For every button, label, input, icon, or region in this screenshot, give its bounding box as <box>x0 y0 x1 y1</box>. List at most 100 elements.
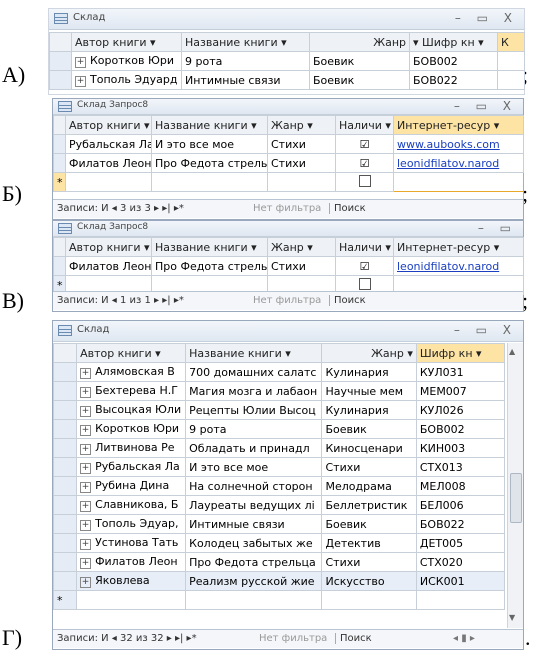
expand-icon[interactable]: + <box>80 387 92 398</box>
author-cell[interactable]: + Алямовская В <box>76 362 187 382</box>
cell-code[interactable]: КУЛ031 <box>415 362 506 382</box>
table-row[interactable]: + Литвинова Ре Обладать и принадл Киносцена… <box>52 438 506 458</box>
cell-internet-link[interactable]: leonidfilatov.narod <box>393 256 524 276</box>
cell-author[interactable]: Коротков Юри <box>95 422 179 435</box>
cell-title[interactable]: 700 домашних салатс <box>185 362 323 382</box>
cell-availability-checkbox[interactable]: ☑ <box>335 134 394 154</box>
cell-genre[interactable]: Беллетристик <box>321 495 417 515</box>
new-record-row[interactable]: * <box>53 172 524 192</box>
header-title[interactable]: Название книги ▾ <box>181 32 310 52</box>
vertical-scrollbar[interactable]: ▲ ▼ <box>507 343 523 628</box>
cell-genre[interactable]: Киносценари <box>321 438 417 458</box>
row-selector[interactable] <box>52 552 78 572</box>
table-row[interactable]: + Коротков Юри 9 рота Боевик БОВ002 <box>49 51 525 71</box>
header-genre[interactable]: Жанр <box>309 32 410 52</box>
row-selector[interactable] <box>52 495 78 515</box>
window-controls[interactable]: – ▭ X <box>455 11 518 25</box>
expand-icon[interactable]: + <box>80 425 92 436</box>
table-row[interactable]: + Тополь Эдуар, Интимные связи Боевик БОВ022 <box>52 514 506 534</box>
cell-title[interactable]: Про Федота стрельца <box>151 153 268 173</box>
table-row[interactable]: + Тополь Эдуард Интимные связи Боевик БОВ… <box>49 70 525 90</box>
row-selector[interactable] <box>52 400 78 420</box>
author-cell[interactable]: + Устинова Тать <box>76 533 187 553</box>
cell-title[interactable]: На солнечной сторон <box>185 476 323 496</box>
row-selector[interactable] <box>52 457 78 477</box>
table-row[interactable]: Филатов Леони Про Федота стрельца Стихи … <box>53 153 524 173</box>
cell-code[interactable]: МЕЛ008 <box>415 476 506 496</box>
row-selector[interactable] <box>52 571 78 591</box>
filter-button[interactable]: Нет фильтра <box>253 203 321 214</box>
record-counter[interactable]: Записи: И ◂ 3 из 3 ▸ ▸| ▸* <box>57 203 184 214</box>
row-selector[interactable] <box>52 476 78 496</box>
cell-genre[interactable]: Боевик <box>321 514 417 534</box>
cell-code[interactable]: ИСК001 <box>415 571 506 591</box>
cell-internet-link[interactable]: www.aubooks.com <box>393 134 524 154</box>
record-counter[interactable]: Записи: И ◂ 32 из 32 ▸ ▸| ▸* <box>57 633 197 644</box>
header-author[interactable]: Автор книги ▾ <box>65 237 152 257</box>
table-row[interactable]: + Славникова, Б Лауреаты ведущих лі Беллетр… <box>52 495 506 515</box>
row-selector[interactable] <box>53 153 66 173</box>
cell-author[interactable]: Яковлева <box>95 574 150 587</box>
cell-code[interactable]: БОВ022 <box>409 70 498 90</box>
cell-availability-checkbox[interactable]: ☑ <box>335 256 394 276</box>
author-cell[interactable]: + Рубальская Ла <box>76 457 187 477</box>
author-cell[interactable]: + Тополь Эдуар, <box>76 514 187 534</box>
header-genre[interactable]: Жанр ▾ <box>321 343 417 363</box>
filter-button[interactable]: Нет фильтра <box>253 295 321 306</box>
header-genre[interactable]: Жанр ▾ <box>267 237 336 257</box>
header-title[interactable]: Название книги ▾ <box>151 115 268 135</box>
cell-author[interactable]: Тополь Эдуар, <box>95 517 178 530</box>
cell-title[interactable]: И это все мое <box>185 457 323 477</box>
expand-icon[interactable]: + <box>80 406 92 417</box>
header-author[interactable]: Автор книги ▾ <box>76 343 187 363</box>
row-selector[interactable] <box>52 362 78 382</box>
cell-title[interactable]: Про Федота стрельца <box>151 256 268 276</box>
scroll-up-icon[interactable]: ▲ <box>509 347 515 356</box>
expand-icon[interactable]: + <box>75 57 86 68</box>
expand-icon[interactable]: + <box>80 501 92 512</box>
cell-genre[interactable]: Кулинария <box>321 362 417 382</box>
cell-code[interactable]: БОВ022 <box>415 514 506 534</box>
cell-title[interactable]: Обладать и принадл <box>185 438 323 458</box>
row-selector[interactable] <box>52 381 78 401</box>
header-availability[interactable]: Наличи ▾ <box>335 237 394 257</box>
header-code[interactable]: Шифр кн ▾ <box>415 343 506 363</box>
row-selector[interactable] <box>52 438 78 458</box>
row-selector[interactable] <box>53 256 66 276</box>
cell-extra[interactable] <box>497 70 525 90</box>
cell-extra[interactable] <box>497 51 525 71</box>
author-cell[interactable]: + Рубина Дина <box>76 476 187 496</box>
table-row[interactable]: + Рубина Дина На солнечной сторон Мелодрама… <box>52 476 506 496</box>
cell-author[interactable]: Высоцкая Юли <box>95 403 181 416</box>
expand-icon[interactable]: + <box>80 368 92 379</box>
cell-author[interactable]: Литвинова Ре <box>95 441 175 454</box>
search-field[interactable]: Поиск <box>329 295 366 306</box>
cell-genre[interactable]: Боевик <box>321 419 417 439</box>
search-field[interactable]: Поиск <box>335 633 372 644</box>
author-cell[interactable]: + Яковлева <box>76 571 187 591</box>
table-row[interactable]: + Устинова Тать Колодец забытых же Детектив… <box>52 533 506 553</box>
header-author[interactable]: Автор книги ▾ <box>65 115 152 135</box>
cell-genre[interactable]: Кулинария <box>321 400 417 420</box>
table-row[interactable]: + Яковлева Реализм русской жие Искусство ИСК… <box>52 571 506 591</box>
table-row[interactable]: + Филатов Леон Про Федота стрельца Стихи СТХ… <box>52 552 506 572</box>
cell-title[interactable]: Про Федота стрельца <box>185 552 323 572</box>
cell-author[interactable]: Бехтерева Н.Г <box>95 384 178 397</box>
expand-icon[interactable]: + <box>75 76 86 87</box>
table-row[interactable]: + Алямовская В 700 домашних салатс Кулинари… <box>52 362 506 382</box>
header-extra[interactable]: К <box>497 32 525 52</box>
cell-author[interactable]: Филатов Леони <box>65 256 152 276</box>
cell-title[interactable]: И это все мое <box>151 134 268 154</box>
cell-genre[interactable]: Стихи <box>267 256 336 276</box>
window-controls[interactable]: – ▭ <box>478 221 517 235</box>
table-row[interactable]: Филатов Леони Про Федота стрельца Стихи … <box>53 256 524 276</box>
cell-genre[interactable]: Мелодрама <box>321 476 417 496</box>
row-selector[interactable] <box>49 51 72 71</box>
header-title[interactable]: Название книги ▾ <box>185 343 323 363</box>
cell-title[interactable]: Лауреаты ведущих лі <box>185 495 323 515</box>
header-author[interactable]: Автор книги ▾ <box>71 32 182 52</box>
cell-code[interactable]: БЕЛ006 <box>415 495 506 515</box>
cell-genre[interactable]: Стихи <box>267 153 336 173</box>
cell-genre[interactable]: Боевик <box>309 51 410 71</box>
select-all-cell[interactable] <box>53 115 66 135</box>
